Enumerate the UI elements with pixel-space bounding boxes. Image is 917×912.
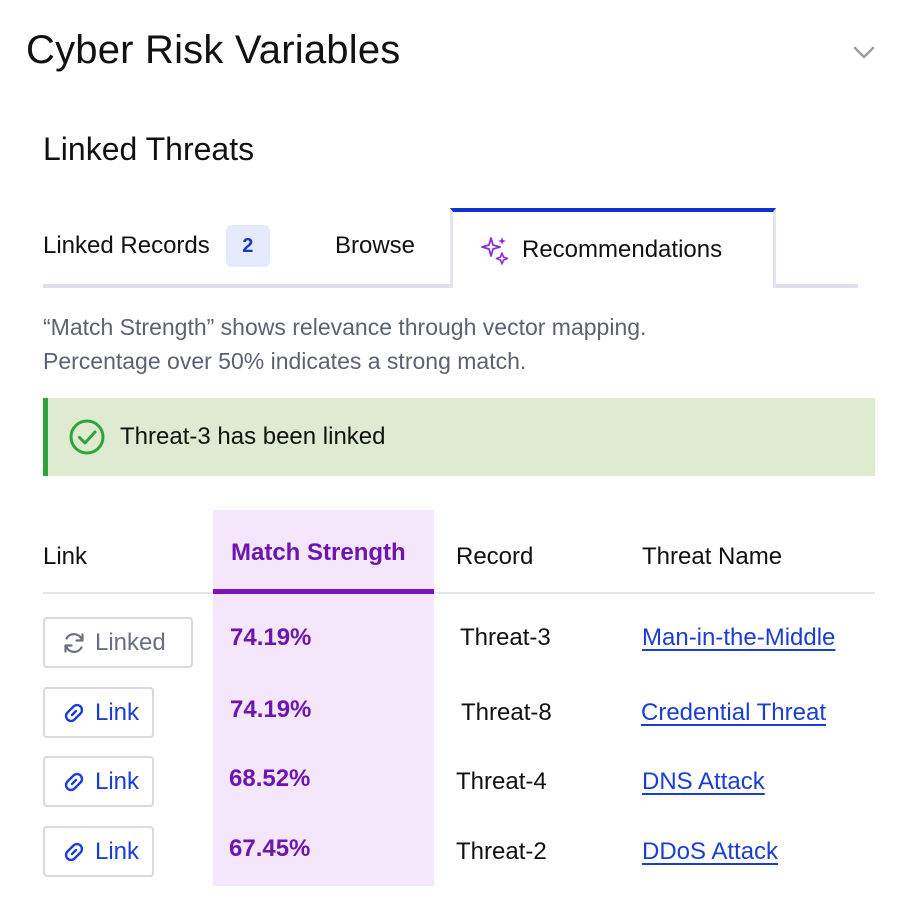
panel-title: Cyber Risk Variables: [26, 28, 401, 72]
section-title: Linked Threats: [43, 131, 255, 167]
check-circle-icon: [69, 419, 105, 455]
linked-count-badge: 2: [225, 225, 270, 267]
tab-linked-records-label: Linked Records: [43, 232, 210, 259]
tab-recommendations-label: Recommendations: [522, 236, 723, 263]
tab-bar: Linked Records 2 Browse Recommendations: [43, 208, 858, 288]
hint-line-2: Percentage over 50% indicates a strong m…: [43, 348, 527, 374]
match-strength-value: 74.19%: [230, 696, 312, 723]
refresh-icon: [64, 632, 84, 653]
chevron-down-icon: [853, 46, 875, 59]
match-strength-hint: “Match Strength” shows relevance through…: [43, 310, 646, 378]
record-id: Threat-8: [461, 699, 552, 726]
record-id: Threat-2: [456, 838, 547, 865]
match-strength-value: 74.19%: [230, 624, 312, 651]
link-button-label: Link: [95, 767, 140, 795]
match-strength-value: 67.45%: [229, 835, 311, 862]
record-id: Threat-3: [460, 624, 551, 651]
column-header-record: Record: [456, 543, 534, 570]
link-icon: [64, 703, 84, 722]
record-id: Threat-4: [456, 768, 547, 795]
linked-button[interactable]: Linked: [43, 617, 193, 668]
alert-message: Threat-3 has been linked: [120, 423, 386, 450]
column-header-threat-name: Threat Name: [642, 543, 783, 570]
tab-recommendations[interactable]: Recommendations: [450, 208, 776, 288]
link-icon: [64, 772, 84, 791]
threat-name-link[interactable]: Man-in-the-Middle: [642, 624, 835, 652]
threat-name-link[interactable]: Credential Threat: [641, 699, 826, 727]
tab-browse-label: Browse: [335, 232, 416, 259]
linked-button-label: Linked: [95, 628, 166, 656]
sorted-column-indicator: [213, 589, 434, 594]
sparkle-icon: [481, 237, 509, 265]
link-button[interactable]: Link: [43, 826, 154, 877]
match-strength-value: 68.52%: [229, 765, 311, 792]
success-alert: Threat-3 has been linked: [43, 398, 875, 476]
threat-name-link[interactable]: DDoS Attack: [642, 838, 778, 866]
threat-name-link[interactable]: DNS Attack: [642, 768, 765, 796]
header-divider: [43, 592, 875, 594]
hint-line-1: “Match Strength” shows relevance through…: [43, 314, 647, 340]
link-icon: [64, 842, 84, 861]
collapse-button[interactable]: [848, 36, 880, 68]
column-header-link: Link: [43, 543, 88, 570]
tab-linked-records[interactable]: Linked Records 2: [43, 208, 270, 284]
link-button-label: Link: [95, 698, 140, 726]
link-button[interactable]: Link: [43, 756, 154, 807]
link-button[interactable]: Link: [43, 687, 154, 738]
tab-browse[interactable]: Browse: [335, 208, 415, 284]
column-header-match-strength[interactable]: Match Strength: [231, 539, 406, 567]
link-button-label: Link: [95, 837, 140, 865]
